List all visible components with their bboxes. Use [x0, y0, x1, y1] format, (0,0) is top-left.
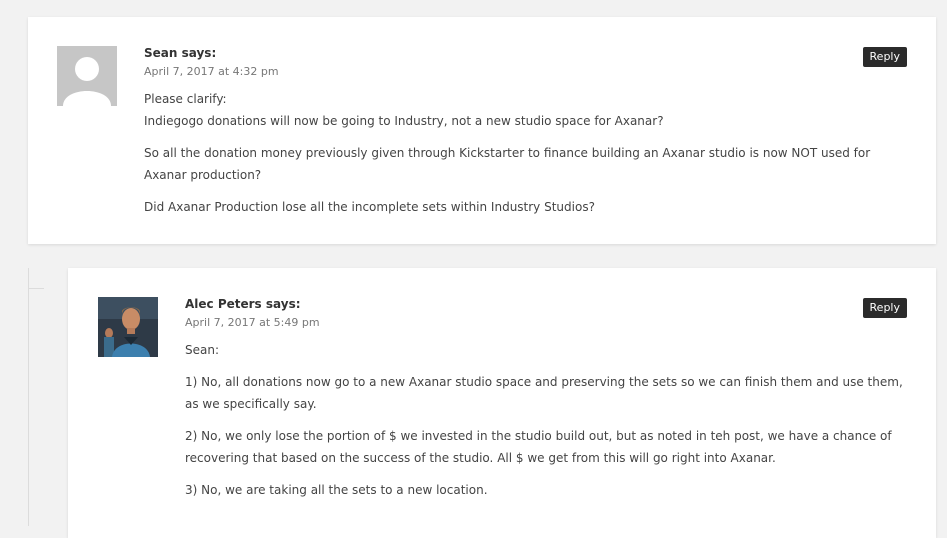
- thread-connector: [28, 288, 44, 289]
- says-label: says:: [181, 46, 217, 60]
- reply-button[interactable]: Reply: [862, 298, 907, 318]
- comment-text: Please clarify: Indiegogo donations will…: [144, 88, 884, 218]
- user-photo-avatar: [98, 297, 158, 357]
- thread-line: [28, 268, 29, 526]
- comment-card: Sean says: April 7, 2017 at 4:32 pm Plea…: [28, 17, 936, 244]
- comment-author[interactable]: Sean: [144, 46, 177, 60]
- comment-date-link[interactable]: April 7, 2017 at 5:49 pm: [185, 316, 915, 329]
- comment-date-link[interactable]: April 7, 2017 at 4:32 pm: [144, 65, 884, 78]
- comment-text: Sean: 1) No, all donations now go to a n…: [185, 339, 915, 501]
- comment-card-reply: Alec Peters says: April 7, 2017 at 5:49 …: [68, 268, 936, 538]
- comment-author-line: Alec Peters says:: [185, 297, 915, 311]
- comment-paragraph: Did Axanar Production lose all the incom…: [144, 200, 595, 214]
- says-label: says:: [265, 297, 301, 311]
- comment-paragraph: 3) No, we are taking all the sets to a n…: [185, 483, 488, 497]
- comment-body: Alec Peters says: April 7, 2017 at 5:49 …: [185, 297, 915, 511]
- comment-body: Sean says: April 7, 2017 at 4:32 pm Plea…: [144, 46, 884, 228]
- comment-paragraph: Indiegogo donations will now be going to…: [144, 114, 664, 128]
- comment-paragraph: 1) No, all donations now go to a new Axa…: [185, 375, 903, 411]
- reply-button[interactable]: Reply: [862, 47, 907, 67]
- comment-paragraph: So all the donation money previously giv…: [144, 146, 871, 182]
- comment-author-line: Sean says:: [144, 46, 884, 60]
- comment-paragraph: 2) No, we only lose the portion of $ we …: [185, 429, 892, 465]
- comment-paragraph: Please clarify:: [144, 92, 227, 106]
- comment-paragraph: Sean:: [185, 343, 220, 357]
- default-avatar-icon: [57, 46, 117, 106]
- comment-author[interactable]: Alec Peters: [185, 297, 262, 311]
